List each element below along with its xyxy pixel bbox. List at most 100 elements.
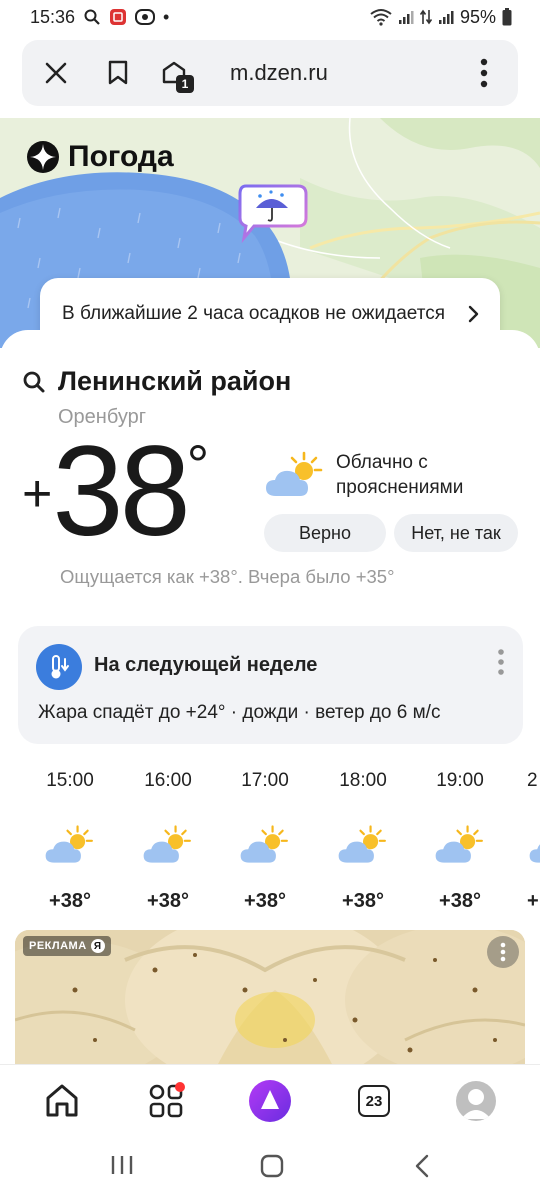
partly-cloudy-icon [527, 810, 540, 880]
ad-menu-button[interactable] [487, 936, 519, 968]
next-week-description: Жара спадёт до +24° · дожди · ветер до 6… [38, 702, 441, 723]
bookmark-button[interactable] [102, 57, 134, 89]
hour-temp: +38° [342, 890, 384, 912]
signal-icon [398, 9, 414, 25]
signal-icon-2 [438, 9, 454, 25]
alice-icon [249, 1080, 291, 1122]
temp-value: 38 [52, 420, 190, 563]
current-weather-section: Ленинский район Оренбург + 38 ° Облачно … [0, 330, 540, 1070]
location-selector[interactable]: Ленинский район [22, 366, 291, 397]
search-notification-icon [83, 8, 101, 26]
rain-marker[interactable] [236, 182, 310, 249]
browser-address-bar: 1 m.dzen.ru [22, 40, 518, 106]
yandex-mark: Я [90, 939, 105, 953]
temp-sign: + [22, 465, 53, 523]
app-notification-icon [109, 8, 127, 26]
browser-menu-button[interactable] [468, 57, 500, 89]
hour-item[interactable]: 18:00 +38° [318, 770, 408, 913]
hour-temp: +38° [439, 890, 481, 912]
recent-apps-icon [111, 1156, 133, 1174]
close-button[interactable] [40, 57, 72, 89]
partly-cloudy-icon [25, 810, 115, 880]
hourly-forecast[interactable]: 15:00 +38° 16:00 +38° 17:00 +38° 18:00 +… [0, 770, 540, 920]
feedback-correct-button[interactable]: Верно [264, 514, 386, 552]
weather-brand[interactable]: Погода [26, 140, 174, 174]
services-icon [149, 1082, 185, 1118]
temperature-down-icon [36, 644, 82, 690]
next-week-card[interactable]: На следующей неделе Жара спадёт до +24° … [18, 626, 523, 744]
current-temperature: + 38 ° [22, 422, 209, 562]
ad-banner[interactable]: РЕКЛАМА Я [15, 930, 525, 1070]
temp-degree: ° [186, 433, 210, 496]
next-week-menu-button[interactable] [497, 648, 505, 681]
bookmark-icon [108, 60, 128, 85]
home-square-icon [260, 1154, 284, 1178]
data-arrows-icon [419, 8, 432, 26]
more-vertical-icon [500, 942, 506, 962]
hour-temp: +38° [244, 890, 286, 912]
more-vertical-icon [498, 649, 504, 675]
home-system-button[interactable] [260, 1154, 284, 1183]
status-right: 95% [370, 7, 512, 28]
hour-time: 16:00 [144, 770, 192, 791]
precipitation-map[interactable]: Погода В ближайшие 2 часа осадков не ожи… [0, 118, 540, 348]
nav-home[interactable] [40, 1079, 84, 1123]
ad-label: РЕКЛАМА Я [23, 936, 111, 956]
close-icon [45, 62, 67, 84]
partly-cloudy-icon [415, 810, 505, 880]
more-vertical-icon [480, 58, 488, 88]
hour-time: 17:00 [241, 770, 289, 791]
nav-profile[interactable] [454, 1079, 498, 1123]
brand-title: Погода [68, 140, 174, 173]
battery-percent: 95% [459, 6, 496, 27]
back-button[interactable] [414, 1154, 430, 1183]
tabs-button[interactable]: 1 [158, 57, 194, 93]
dzen-logo-icon [27, 141, 59, 173]
status-bar: 15:36 • 95% [0, 0, 540, 34]
precip-message: В ближайшие 2 часа осадков не ожидается [62, 303, 445, 324]
hour-temp: + [527, 890, 539, 912]
hour-item[interactable]: 15:00 +38° [25, 770, 115, 913]
partly-cloudy-icon [318, 810, 408, 880]
nav-calendar[interactable]: 23 [352, 1079, 396, 1123]
search-icon [23, 371, 45, 392]
next-week-title: На следующей неделе [94, 654, 318, 676]
umbrella-rain-icon [238, 184, 308, 244]
ad-label-text: РЕКЛАМА [29, 940, 87, 952]
browser-notification-icon [135, 8, 156, 26]
hour-item[interactable]: 2 + [527, 770, 540, 913]
hour-time: 18:00 [339, 770, 387, 791]
condition-text: Облачно с прояснениями [336, 452, 464, 498]
weather-condition: Облачно с прояснениями [264, 450, 496, 500]
hour-item[interactable]: 16:00 +38° [123, 770, 213, 913]
battery-icon [502, 8, 512, 26]
hour-temp: +38° [147, 890, 189, 912]
hour-time: 2 [527, 770, 538, 791]
hour-time: 19:00 [436, 770, 484, 791]
calendar-icon: 23 [358, 1085, 390, 1117]
hour-temp: +38° [49, 890, 91, 912]
hour-item[interactable]: 17:00 +38° [220, 770, 310, 913]
system-navigation [0, 1136, 540, 1200]
partly-cloudy-icon [266, 451, 323, 496]
tabs-count: 1 [176, 75, 194, 93]
partly-cloudy-icon [220, 810, 310, 880]
bottom-navigation: 23 [0, 1064, 540, 1136]
location-name: Ленинский район [58, 366, 292, 396]
status-time: 15:36 [30, 6, 76, 27]
status-left: 15:36 • [30, 7, 169, 28]
nav-alice[interactable] [248, 1079, 292, 1123]
nav-services[interactable] [144, 1079, 188, 1123]
wifi-icon [370, 8, 392, 26]
profile-avatar [456, 1081, 496, 1121]
recent-apps-button[interactable] [110, 1154, 134, 1181]
chevron-right-icon [468, 305, 479, 323]
partly-cloudy-icon [123, 810, 213, 880]
hour-time: 15:00 [46, 770, 94, 791]
status-dot: • [163, 6, 170, 27]
url-field[interactable]: m.dzen.ru [230, 60, 328, 86]
hour-item[interactable]: 19:00 +38° [415, 770, 505, 913]
feels-like-text: Ощущается как +38°. Вчера было +35° [60, 566, 395, 587]
feedback-wrong-button[interactable]: Нет, не так [394, 514, 518, 552]
back-chevron-icon [415, 1154, 429, 1178]
